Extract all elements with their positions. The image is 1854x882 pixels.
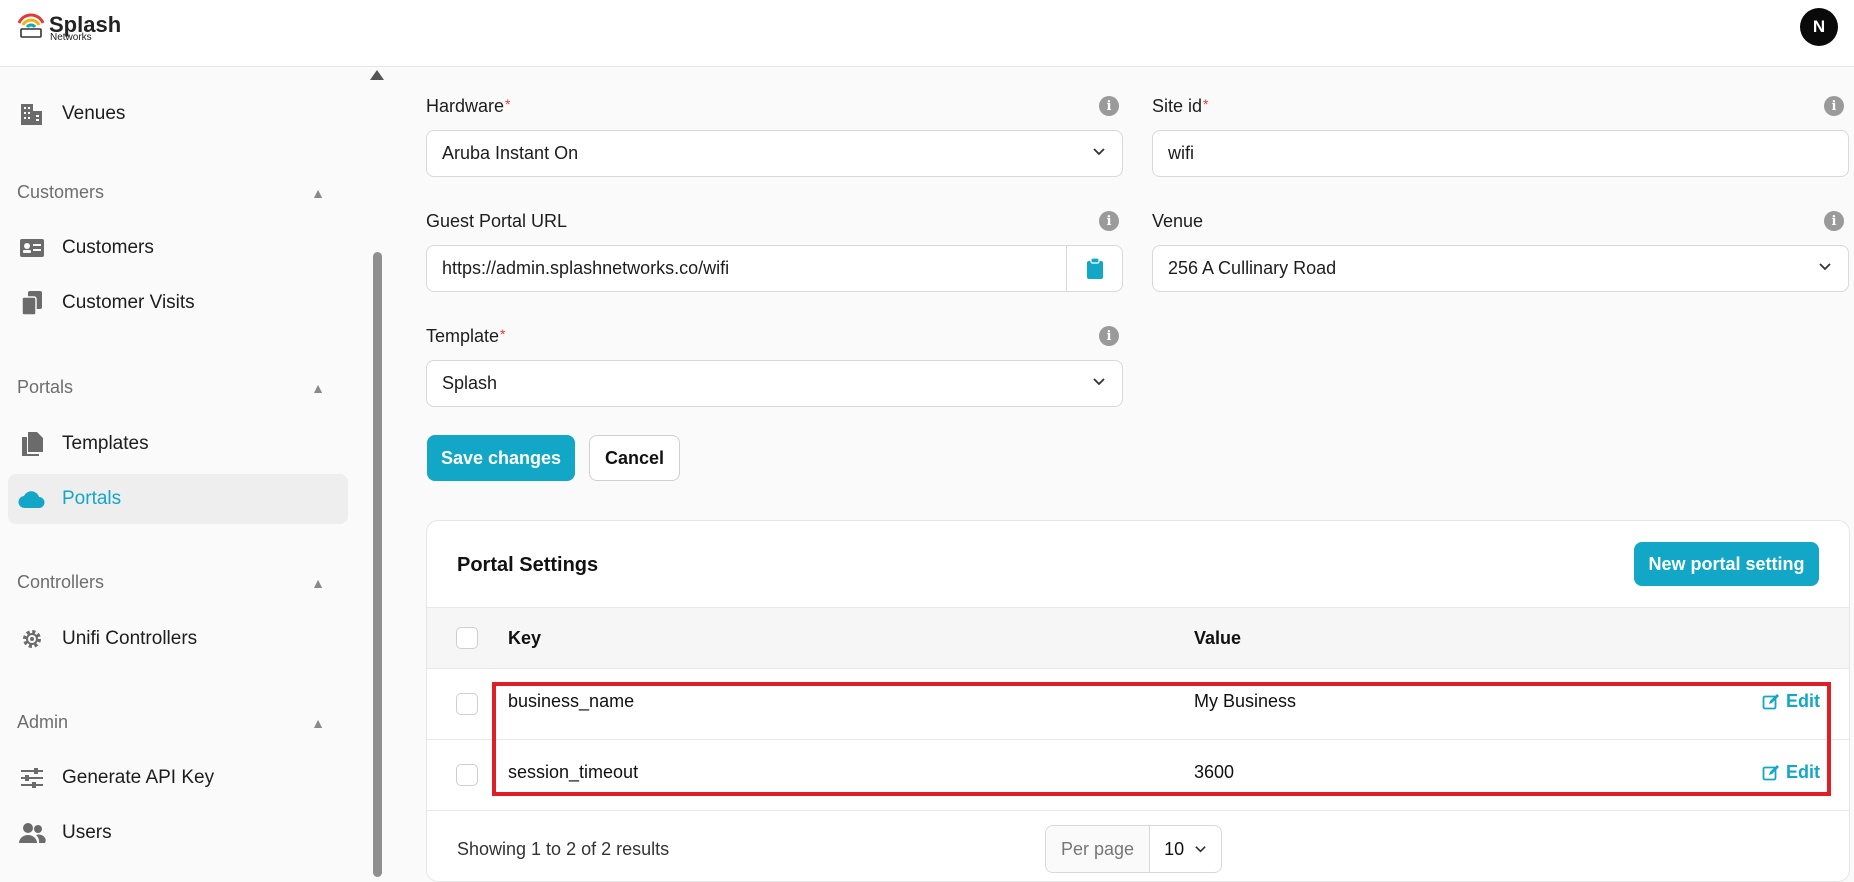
sidebar: Venues Customers ▲ Customers Customer Vi…: [0, 67, 368, 882]
user-avatar[interactable]: N: [1800, 8, 1838, 46]
guest-portal-url-label: Guest Portal URL: [426, 211, 568, 231]
chevron-up-icon: ▲: [311, 574, 325, 591]
info-icon[interactable]: i: [1824, 211, 1844, 231]
template-select[interactable]: Splash: [426, 360, 1123, 407]
required-mark: *: [505, 96, 511, 112]
gear-icon: [18, 625, 46, 653]
sidebar-item-unifi-controllers[interactable]: Unifi Controllers: [8, 614, 348, 664]
template-label: Template*: [426, 326, 506, 346]
chevron-down-icon: [1819, 263, 1831, 271]
sidebar-scrollbar[interactable]: [373, 252, 382, 877]
per-page-select[interactable]: Per page 10: [1045, 825, 1223, 873]
row-checkbox[interactable]: [456, 764, 478, 786]
sidebar-item-label: Portals: [62, 488, 122, 509]
venue-label: Venue: [1152, 211, 1204, 231]
top-bar: Splash Networks N: [0, 0, 1854, 67]
hardware-value: Aruba Instant On: [442, 143, 579, 163]
site-id-value: wifi: [1168, 143, 1194, 163]
sidebar-item-label: Customers: [62, 237, 154, 258]
hardware-select[interactable]: Aruba Instant On: [426, 130, 1123, 177]
sidebar-item-label: Templates: [62, 433, 149, 454]
sidebar-item-portals[interactable]: Portals: [8, 474, 348, 524]
section-title: Controllers: [17, 572, 105, 592]
table-header: Key Value: [427, 607, 1849, 669]
chevron-down-icon: [1093, 378, 1105, 386]
required-mark: *: [1203, 96, 1209, 112]
venue-select[interactable]: 256 A Cullinary Road: [1152, 245, 1849, 292]
scroll-up-arrow[interactable]: [370, 70, 384, 80]
section-title: Portals: [17, 377, 74, 397]
info-icon[interactable]: i: [1099, 326, 1119, 346]
chevron-down-icon: [1093, 148, 1105, 156]
sidebar-item-label: Generate API Key: [62, 767, 215, 788]
building-icon: [18, 100, 46, 128]
section-customers[interactable]: Customers ▲: [17, 182, 337, 203]
row-checkbox[interactable]: [456, 693, 478, 715]
site-id-label: Site id*: [1152, 96, 1209, 116]
sidebar-item-label: Venues: [62, 103, 126, 124]
info-icon[interactable]: i: [1824, 96, 1844, 116]
column-key: Key: [508, 628, 542, 648]
per-page-number: 10: [1164, 838, 1185, 859]
section-portals[interactable]: Portals ▲: [17, 377, 337, 398]
guest-portal-url-input[interactable]: https://admin.splashnetworks.co/wifi: [426, 245, 1123, 292]
section-title: Admin: [17, 712, 69, 732]
hardware-label: Hardware*: [426, 96, 511, 116]
sidebar-item-customers[interactable]: Customers: [8, 223, 348, 273]
column-value: Value: [1194, 628, 1242, 648]
sidebar-item-label: Users: [62, 822, 112, 843]
id-card-icon: [18, 234, 46, 262]
per-page-value[interactable]: 10: [1150, 826, 1222, 872]
copy-icon: [18, 289, 46, 317]
chevron-down-icon: [1195, 845, 1206, 853]
users-icon: [18, 819, 46, 847]
results-summary: Showing 1 to 2 of 2 results: [457, 839, 670, 859]
chevron-up-icon: ▲: [311, 184, 325, 201]
wifi-logo-icon: [17, 13, 45, 38]
sidebar-item-customer-visits[interactable]: Customer Visits: [8, 278, 348, 328]
per-page-label: Per page: [1046, 826, 1151, 872]
portal-settings-title: Portal Settings: [457, 554, 599, 576]
required-mark: *: [500, 326, 506, 342]
chevron-up-icon: ▲: [311, 379, 325, 396]
clipboard-icon: [1086, 257, 1103, 279]
sidebar-item-templates[interactable]: Templates: [8, 419, 348, 469]
info-icon[interactable]: i: [1099, 96, 1119, 116]
logo-subtext: Networks: [50, 32, 92, 43]
save-changes-button[interactable]: Save changes: [427, 435, 575, 481]
template-value: Splash: [442, 373, 498, 393]
section-admin[interactable]: Admin ▲: [17, 712, 337, 733]
site-id-input[interactable]: wifi: [1152, 130, 1849, 177]
sliders-icon: [18, 764, 46, 792]
section-controllers[interactable]: Controllers ▲: [17, 572, 337, 593]
select-all-checkbox[interactable]: [456, 627, 478, 649]
guest-portal-url-value: https://admin.splashnetworks.co/wifi: [442, 258, 730, 278]
section-title: Customers: [17, 182, 105, 202]
sidebar-item-label: Customer Visits: [62, 292, 195, 313]
copy-url-button[interactable]: [1066, 246, 1122, 291]
cloud-icon: [18, 485, 46, 513]
chevron-up-icon: ▲: [311, 714, 325, 731]
sidebar-item-generate-api-key[interactable]: Generate API Key: [8, 753, 348, 803]
new-portal-setting-button[interactable]: New portal setting: [1634, 542, 1819, 586]
sidebar-item-venues[interactable]: Venues: [8, 89, 348, 139]
sidebar-item-users[interactable]: Users: [8, 808, 348, 858]
info-icon[interactable]: i: [1099, 211, 1119, 231]
sidebar-item-label: Unifi Controllers: [62, 628, 198, 649]
cancel-button[interactable]: Cancel: [589, 435, 680, 481]
highlight-box: [492, 682, 1831, 796]
splash-logo[interactable]: Splash Networks: [16, 10, 121, 43]
files-icon: [18, 430, 46, 458]
venue-value: 256 A Cullinary Road: [1168, 258, 1337, 278]
